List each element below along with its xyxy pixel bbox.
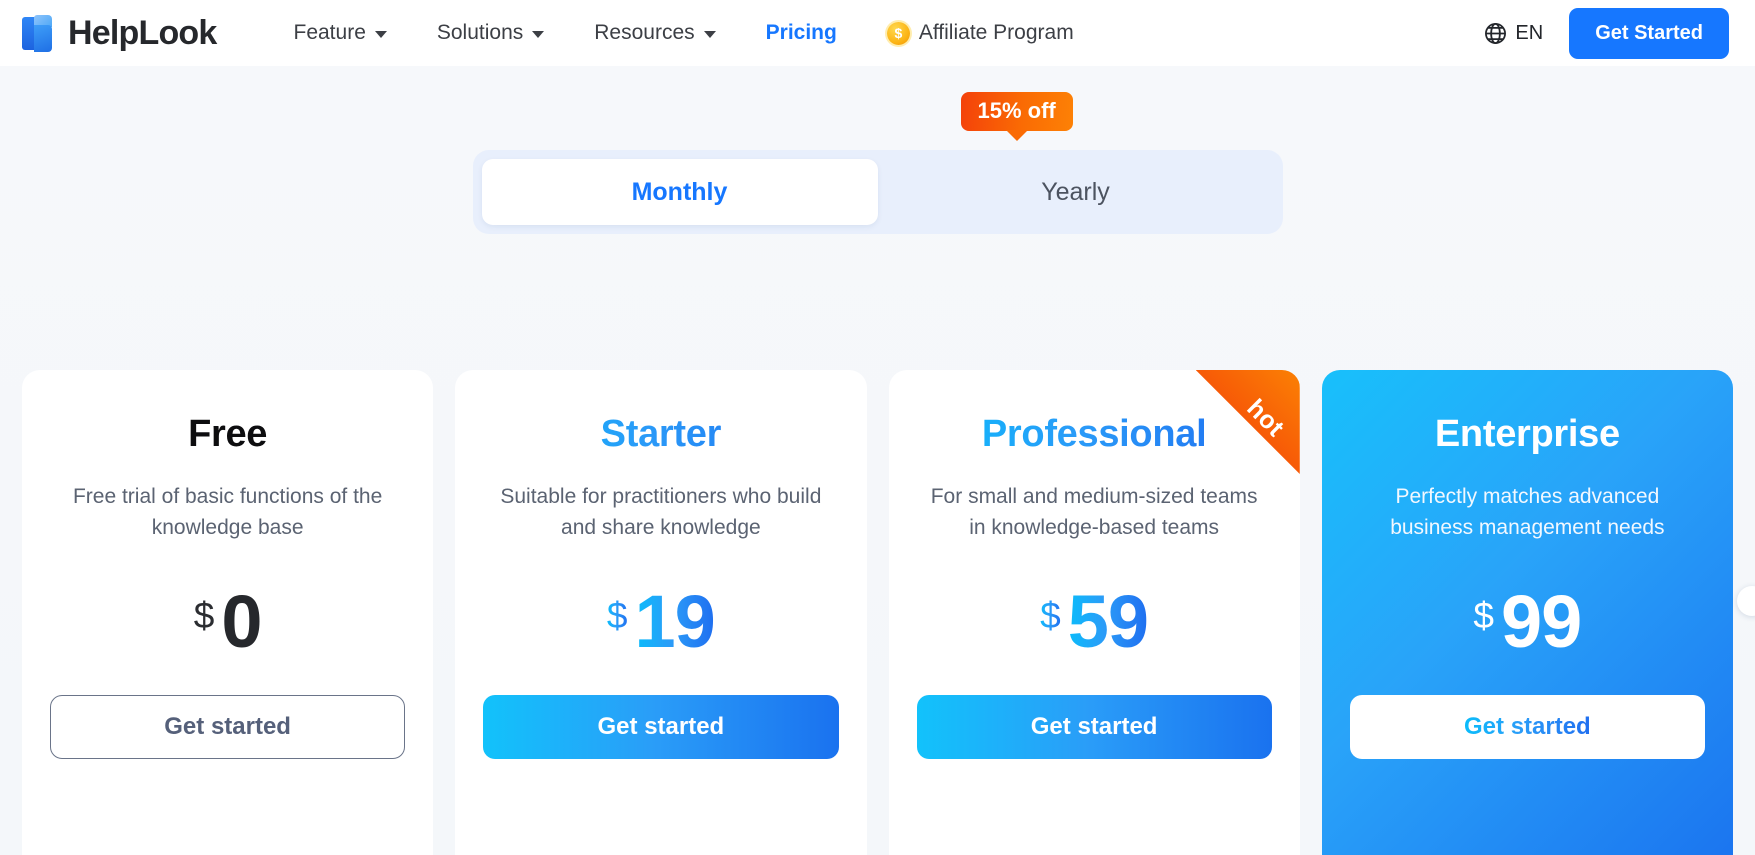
site-header: HelpLook Feature Solutions Resources Pri…: [0, 0, 1755, 66]
pricing-cards: Free Free trial of basic functions of th…: [0, 370, 1755, 855]
plan-name-professional: Professional: [917, 413, 1272, 456]
currency-symbol: $: [193, 594, 215, 636]
plan-price-free: $ 0: [50, 579, 405, 663]
price-amount: 99: [1501, 579, 1582, 663]
tab-yearly[interactable]: Yearly: [878, 159, 1274, 225]
plan-description-free: Free trial of basic functions of the kno…: [72, 484, 383, 539]
plan-price-starter: $ 19: [483, 579, 838, 663]
billing-period-toggle: Monthly Yearly: [472, 150, 1283, 234]
price-amount: 59: [1067, 579, 1149, 663]
nav-label-feature: Feature: [293, 21, 366, 44]
nav-item-affiliate-program[interactable]: $ Affiliate Program: [862, 13, 1099, 53]
tab-monthly[interactable]: Monthly: [481, 159, 878, 225]
plan-description-enterprise: Perfectly matches advanced business mana…: [1390, 484, 1665, 539]
plan-cta-professional[interactable]: Get started: [916, 694, 1272, 759]
plan-description-starter: Suitable for practitioners who build and…: [500, 484, 822, 539]
language-switcher[interactable]: EN: [1483, 21, 1543, 46]
pricing-card-professional: hot Professional For small and medium-si…: [888, 370, 1300, 855]
currency-symbol: $: [606, 594, 628, 636]
globe-icon: [1485, 22, 1507, 44]
pricing-card-enterprise: Enterprise Perfectly matches advanced bu…: [1321, 370, 1733, 855]
nav-label-affiliate-program: Affiliate Program: [918, 21, 1074, 44]
currency-symbol: $: [1040, 594, 1061, 636]
plan-price-professional: $ 59: [917, 579, 1272, 663]
helplook-logo-icon: [22, 14, 56, 52]
language-label: EN: [1515, 21, 1544, 44]
plan-cta-free[interactable]: Get started: [50, 694, 406, 759]
plan-cta-enterprise[interactable]: Get started: [1349, 694, 1705, 759]
nav-item-resources[interactable]: Resources: [569, 13, 740, 53]
price-amount: 0: [221, 579, 262, 663]
nav-label-pricing: Pricing: [765, 21, 837, 44]
coin-icon: $: [886, 21, 910, 45]
plan-name-starter: Starter: [483, 413, 838, 456]
get-started-button[interactable]: Get Started: [1569, 7, 1729, 59]
brand-logo[interactable]: HelpLook: [22, 14, 217, 52]
nav-item-feature[interactable]: Feature: [269, 13, 412, 53]
main-navigation: Feature Solutions Resources Pricing $ Af…: [269, 13, 1484, 53]
header-actions: EN Get Started: [1483, 7, 1729, 59]
nav-label-solutions: Solutions: [436, 21, 524, 44]
plan-description-professional: For small and medium-sized teams in know…: [930, 484, 1258, 539]
plan-cta-enterprise-label: Get started: [1464, 712, 1591, 740]
nav-label-resources: Resources: [594, 21, 695, 44]
discount-badge: 15% off: [960, 92, 1073, 131]
nav-item-solutions[interactable]: Solutions: [412, 13, 569, 53]
chevron-down-icon: [532, 31, 545, 38]
currency-symbol: $: [1473, 594, 1494, 636]
plan-name-enterprise: Enterprise: [1434, 413, 1620, 455]
price-amount: 19: [634, 579, 716, 663]
chevron-down-icon: [703, 31, 716, 38]
pricing-card-free: Free Free trial of basic functions of th…: [22, 370, 434, 855]
nav-item-pricing[interactable]: Pricing: [741, 13, 862, 53]
pricing-section: 15% off Monthly Yearly Free Free trial o…: [0, 66, 1755, 855]
plan-cta-starter[interactable]: Get started: [483, 694, 839, 759]
pricing-card-starter: Starter Suitable for practitioners who b…: [455, 370, 867, 855]
brand-name: HelpLook: [68, 14, 217, 52]
plan-name-free: Free: [188, 413, 268, 455]
plan-price-enterprise: $ 99: [1350, 579, 1705, 663]
chevron-down-icon: [374, 31, 387, 38]
